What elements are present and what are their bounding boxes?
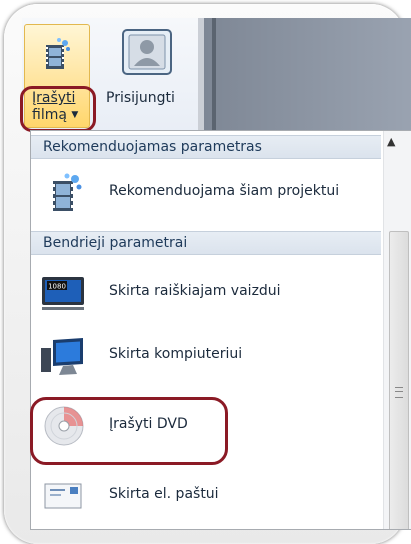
burn-label-line1: Įrašyti [32,90,76,106]
menu-item-email[interactable]: Skirta el. paštui [31,466,381,526]
burn-dvd-highlight [30,397,228,465]
hd-badge: 1080 [48,283,66,291]
scrollbar-thumb[interactable] [389,231,409,529]
menu-item-label: Skirta kompiuteriui [109,346,243,362]
app-background [204,18,411,130]
scrollbar-grip-icon [395,387,403,398]
menu-item-label: Rekomenduojama šiam projektui [109,183,340,199]
menu-item-label: Skirta el. paštui [109,486,219,502]
burn-label-line2: filmą [32,107,67,123]
menu-item-hd-display[interactable]: 1080 Skirta raiškiajam vaizdui [31,263,381,323]
burn-movie-dropdown-menu: Rekomenduojamas parametras Rekomenduojam… [30,130,411,530]
user-portrait-icon[interactable] [120,28,176,78]
film-strip-sparkle-icon [46,38,70,69]
menu-item-computer[interactable]: Skirta kompiuteriui [31,326,381,386]
burn-movie-label[interactable]: Įrašyti filmą ▼ [32,90,92,126]
chevron-down-icon: ▼ [71,110,79,120]
email-envelope-icon [44,483,82,509]
menu-item-label: Skirta raiškiajam vaizdui [109,283,281,299]
computer-monitor-icon [41,338,83,375]
hd-1080-display-icon: 1080 [42,277,84,310]
section-header-recommended: Rekomenduojamas parametras [31,135,381,159]
signin-label[interactable]: Prisijungti [106,90,175,106]
scroll-up-arrow-icon[interactable]: ▲ [387,135,395,148]
menu-item-recommended-project[interactable]: Rekomenduojama šiam projektui [31,163,381,223]
section-header-general: Bendrieji parametrai [31,231,381,255]
film-strip-sparkle-icon [53,173,82,211]
